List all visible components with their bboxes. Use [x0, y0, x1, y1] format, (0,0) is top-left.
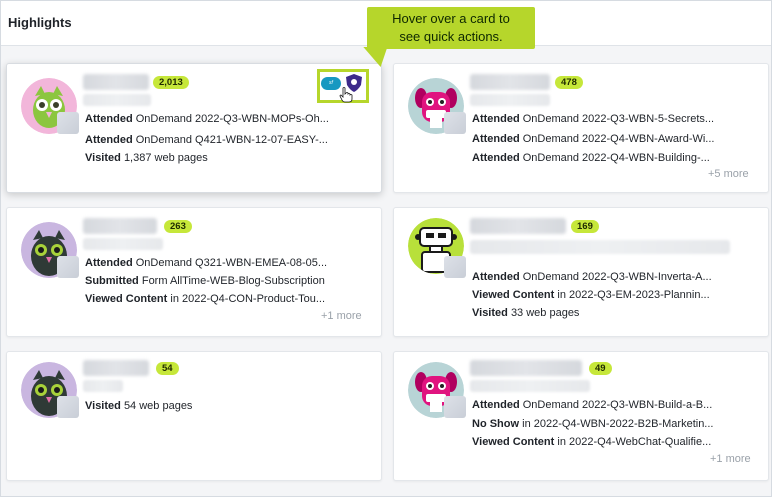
activity-count-badge: 49 — [589, 362, 612, 375]
company-logo — [444, 396, 466, 418]
activity-line: Visited 1,387 web pages — [85, 152, 208, 164]
company-logo — [444, 256, 466, 278]
activity-line: Attended OnDemand 2022-Q4-WBN-Building-.… — [472, 152, 710, 164]
activity-count-badge: 478 — [555, 76, 583, 89]
more-link[interactable]: +5 more — [708, 168, 749, 180]
activity-line: Attended OnDemand 2022-Q3-WBN-5-Secrets.… — [472, 113, 715, 125]
contact-title — [83, 380, 123, 392]
salesforce-icon[interactable]: sf — [321, 77, 341, 90]
activity-count-badge: 2,013 — [153, 76, 189, 89]
more-link[interactable]: +1 more — [321, 310, 362, 322]
highlight-card[interactable]: 169 Attended OnDemand 2022-Q3-WBN-Invert… — [393, 207, 769, 337]
highlight-card[interactable]: 478 Attended OnDemand 2022-Q3-WBN-5-Secr… — [393, 63, 769, 193]
activity-line: Attended OnDemand 2022-Q3-WBN-Inverta-A.… — [472, 271, 712, 283]
contact-name — [470, 74, 550, 90]
tooltip-line: Hover over a card to — [392, 11, 510, 26]
contact-name — [470, 218, 566, 234]
contact-name — [83, 360, 149, 376]
contact-name — [83, 74, 149, 90]
company-logo — [57, 112, 79, 134]
activity-line: Attended OnDemand 2022-Q3-WBN-MOPs-Oh... — [85, 113, 329, 125]
activity-line: Attended OnDemand Q421-WBN-12-07-EASY-..… — [85, 134, 328, 146]
contact-title — [470, 94, 550, 106]
activity-line: Visited 33 web pages — [472, 307, 580, 319]
activity-line: Attended OnDemand 2022-Q4-WBN-Award-Wi..… — [472, 133, 715, 145]
hover-tooltip: Hover over a card to see quick actions. — [367, 7, 535, 49]
hand-cursor-icon — [339, 87, 353, 103]
contact-name — [470, 360, 582, 376]
contact-title — [470, 380, 590, 392]
highlight-card[interactable]: 263 Attended OnDemand Q321-WBN-EMEA-08-0… — [6, 207, 382, 337]
activity-count-badge: 169 — [571, 220, 599, 233]
company-logo — [57, 256, 79, 278]
contact-title — [470, 240, 730, 254]
company-logo — [57, 396, 79, 418]
activity-line: Viewed Content in 2022-Q4-WebChat-Qualif… — [472, 436, 712, 448]
activity-line: Visited 54 web pages — [85, 400, 193, 412]
page-title: Highlights — [8, 15, 72, 30]
company-logo — [444, 112, 466, 134]
activity-line: Viewed Content in 2022-Q3-EM-2023-Planni… — [472, 289, 710, 301]
activity-line: Attended OnDemand Q321-WBN-EMEA-08-05... — [85, 257, 328, 269]
activity-count-badge: 263 — [164, 220, 192, 233]
highlight-card[interactable]: 49 Attended OnDemand 2022-Q3-WBN-Build-a… — [393, 351, 769, 481]
activity-line: Attended OnDemand 2022-Q3-WBN-Build-a-B.… — [472, 399, 713, 411]
activity-count-badge: 54 — [156, 362, 179, 375]
contact-name — [83, 218, 157, 234]
highlight-card[interactable]: 54 Visited 54 web pages — [6, 351, 382, 481]
more-link[interactable]: +1 more — [710, 453, 751, 465]
activity-line: No Show in 2022-Q4-WBN-2022-B2B-Marketin… — [472, 418, 714, 430]
activity-line: Submitted Form AllTime-WEB-Blog-Subscrip… — [85, 275, 325, 287]
tooltip-line: see quick actions. — [399, 29, 503, 44]
contact-title — [83, 94, 151, 106]
activity-line: Viewed Content in 2022-Q4-CON-Product-To… — [85, 293, 326, 305]
contact-title — [83, 238, 163, 250]
highlights-panel: Highlights 2,013 Attended OnDemand 2022-… — [0, 0, 772, 497]
